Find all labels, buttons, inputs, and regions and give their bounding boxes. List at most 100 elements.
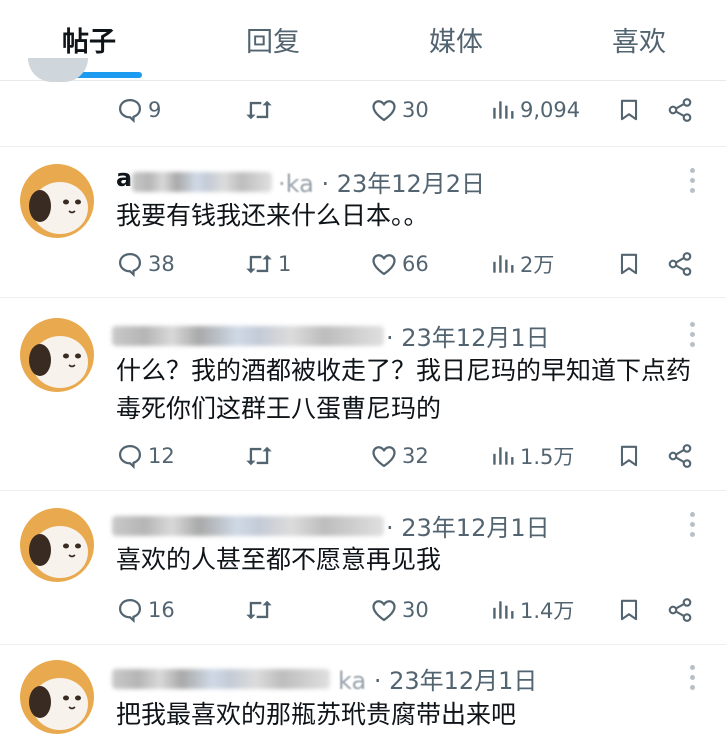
tab-likes[interactable]: 喜欢 xyxy=(612,20,666,59)
post-text: 什么？我的酒都被收走了？我日尼玛的早知道下点药毒死你们这群王八蛋曹尼玛的 xyxy=(116,356,692,423)
post-meta: · 23年12月1日 xyxy=(386,508,550,543)
post-actions: 12 32 1.5万 xyxy=(116,440,706,472)
share-button[interactable] xyxy=(666,94,694,126)
heart-icon xyxy=(372,446,396,468)
bookmark-icon xyxy=(620,99,638,121)
share-icon xyxy=(668,444,692,468)
views-button[interactable]: 1.5万 xyxy=(490,440,574,472)
post-divider xyxy=(0,490,726,491)
post-meta: · 23年12月1日 xyxy=(386,318,550,353)
retweet-button[interactable] xyxy=(244,440,278,472)
author-handle[interactable]: ·ka xyxy=(278,170,314,198)
reply-button[interactable]: 38 xyxy=(116,248,175,280)
post-text: 喜欢的人甚至都不愿意再见我 xyxy=(116,545,442,574)
share-button[interactable] xyxy=(666,594,694,626)
views-count: 9,094 xyxy=(520,98,581,122)
reply-button[interactable]: 16 xyxy=(116,594,175,626)
tabs-divider xyxy=(0,80,726,81)
avatar[interactable] xyxy=(20,318,94,392)
like-count: 66 xyxy=(402,252,429,276)
post-date[interactable]: · 23年12月1日 xyxy=(374,667,538,695)
like-button[interactable]: 66 xyxy=(370,248,429,280)
dog-avatar-image xyxy=(20,508,94,582)
author-name-initial[interactable]: a xyxy=(116,164,132,192)
author-handle[interactable]: ka xyxy=(338,667,366,695)
avatar[interactable] xyxy=(20,508,94,582)
bookmark-button[interactable] xyxy=(616,440,642,472)
reply-icon xyxy=(118,444,142,470)
share-icon xyxy=(668,252,692,276)
reply-button[interactable]: 9 xyxy=(116,94,161,126)
profile-tabs: 帖子 回复 媒体 喜欢 xyxy=(0,0,726,80)
post-text: 我要有钱我还来什么日本。。 xyxy=(116,201,429,230)
bookmark-icon xyxy=(620,599,638,621)
post-date[interactable]: · 23年12月2日 xyxy=(321,170,485,198)
more-options-icon[interactable] xyxy=(688,665,698,695)
retweet-icon xyxy=(246,446,272,466)
reply-count: 12 xyxy=(148,444,175,468)
tab-replies[interactable]: 回复 xyxy=(246,20,300,59)
like-count: 32 xyxy=(402,444,429,468)
reply-icon xyxy=(118,98,142,124)
retweet-icon xyxy=(246,100,272,120)
reply-count: 16 xyxy=(148,598,175,622)
like-button[interactable]: 32 xyxy=(370,440,429,472)
author-name-redacted[interactable] xyxy=(112,326,384,346)
share-button[interactable] xyxy=(666,248,694,280)
reply-button[interactable]: 12 xyxy=(116,440,175,472)
retweet-icon xyxy=(246,254,272,274)
views-button[interactable]: 9,094 xyxy=(490,94,580,126)
post-date[interactable]: · 23年12月1日 xyxy=(386,324,550,352)
views-count: 1.5万 xyxy=(520,445,575,469)
author-name-redacted[interactable] xyxy=(112,516,384,536)
tab-posts[interactable]: 帖子 xyxy=(62,20,116,59)
post-divider xyxy=(0,644,726,645)
views-button[interactable]: 1.4万 xyxy=(490,594,574,626)
views-icon xyxy=(493,601,514,619)
post-actions: 38 1 66 2万 xyxy=(116,248,706,280)
post-actions: 16 30 1.4万 xyxy=(116,594,706,626)
more-options-icon[interactable] xyxy=(688,322,698,352)
like-count: 30 xyxy=(402,98,429,122)
views-button[interactable]: 2万 xyxy=(490,248,554,280)
post-meta: ka · 23年12月1日 xyxy=(338,661,537,696)
heart-icon xyxy=(372,254,396,276)
avatar[interactable] xyxy=(20,164,94,238)
reply-count: 38 xyxy=(148,252,175,276)
heart-icon xyxy=(372,100,396,122)
author-name-redacted[interactable] xyxy=(132,172,272,192)
retweet-button[interactable] xyxy=(244,594,278,626)
tab-media[interactable]: 媒体 xyxy=(429,20,483,59)
views-icon xyxy=(493,447,514,465)
post-text: 把我最喜欢的那瓶苏玳贵腐带出来吧 xyxy=(116,700,517,729)
bookmark-button[interactable] xyxy=(616,94,642,126)
reply-icon xyxy=(118,252,142,278)
dog-avatar-image xyxy=(20,318,94,392)
bookmark-icon xyxy=(620,445,638,467)
retweet-button[interactable] xyxy=(244,94,278,126)
post-meta: ·ka · 23年12月2日 xyxy=(278,164,485,199)
views-count: 2万 xyxy=(520,253,555,277)
views-icon xyxy=(493,101,514,119)
share-button[interactable] xyxy=(666,440,694,472)
share-icon xyxy=(668,598,692,622)
reply-count: 9 xyxy=(148,98,162,122)
like-button[interactable]: 30 xyxy=(370,594,429,626)
dog-avatar-image xyxy=(20,164,94,238)
more-options-icon[interactable] xyxy=(688,512,698,542)
author-name-redacted[interactable] xyxy=(112,669,330,689)
views-count: 1.4万 xyxy=(520,599,575,623)
dog-avatar-image xyxy=(20,660,94,734)
bookmark-button[interactable] xyxy=(616,594,642,626)
views-icon xyxy=(493,255,514,273)
retweet-count: 1 xyxy=(278,252,292,276)
like-button[interactable]: 30 xyxy=(370,94,429,126)
post-date[interactable]: · 23年12月1日 xyxy=(386,514,550,542)
more-options-icon[interactable] xyxy=(688,168,698,198)
share-icon xyxy=(668,98,692,122)
retweet-icon xyxy=(246,600,272,620)
bookmark-button[interactable] xyxy=(616,248,642,280)
avatar[interactable] xyxy=(20,660,94,734)
post-divider xyxy=(0,297,726,298)
retweet-button[interactable]: 1 xyxy=(244,248,291,280)
